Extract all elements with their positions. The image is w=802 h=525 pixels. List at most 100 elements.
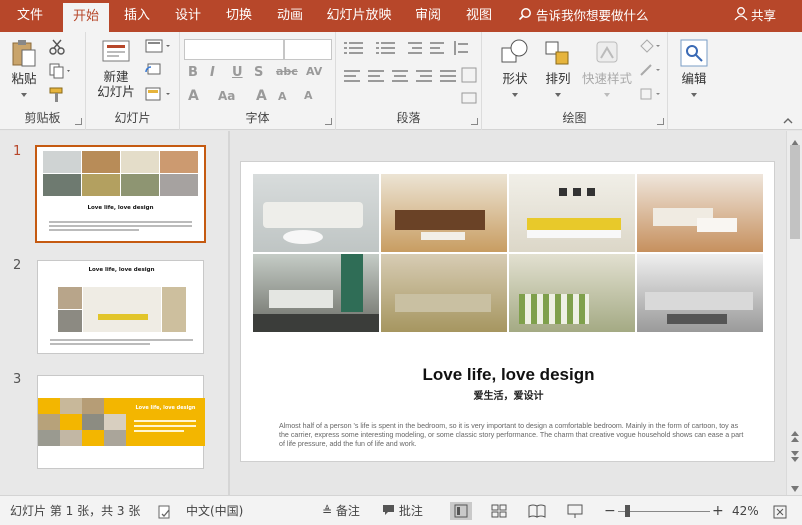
zoom-slider-thumb[interactable] <box>625 505 630 517</box>
photo-thumbnail <box>160 174 198 196</box>
photo-thumbnail <box>60 398 82 414</box>
zoom-in-button[interactable]: + <box>712 496 724 525</box>
slide-thumbnail-2[interactable]: Love life, love design <box>37 260 204 354</box>
dialog-launcher-icon[interactable] <box>657 118 664 125</box>
notes-button[interactable]: ≜ 备注 <box>322 496 360 525</box>
dialog-launcher-icon[interactable] <box>471 118 478 125</box>
underline-button[interactable]: U <box>232 65 243 80</box>
chevron-down-icon <box>555 92 561 97</box>
bold-button[interactable]: B <box>188 65 198 80</box>
char-spacing-button[interactable]: AV <box>306 65 322 78</box>
font-color-button[interactable]: A <box>188 88 199 104</box>
font-group-label: 字体 <box>245 111 270 125</box>
photo-living-room-1[interactable] <box>253 174 379 252</box>
dialog-launcher-icon[interactable] <box>325 118 332 125</box>
slide-title[interactable]: Love life, love design <box>241 365 776 385</box>
paste-button[interactable]: 粘贴 <box>6 38 42 101</box>
section-icon[interactable] <box>144 86 170 104</box>
photo-thumbnail <box>58 287 82 309</box>
photo-thumbnail <box>162 287 186 332</box>
thumbnail-text-line <box>134 425 196 427</box>
tab-slideshow[interactable]: 幻灯片放映 <box>318 0 400 32</box>
tab-review[interactable]: 审阅 <box>405 0 451 32</box>
chevron-down-icon <box>21 92 27 97</box>
tell-me-search[interactable]: 告诉我你想要做什么 <box>518 0 649 32</box>
photo-living-room-3[interactable] <box>509 174 635 252</box>
zoom-out-button[interactable]: − <box>604 496 616 525</box>
photo-thumbnail <box>160 151 198 173</box>
next-slide-icon[interactable] <box>791 451 799 466</box>
slide-sorter-button[interactable] <box>488 502 510 520</box>
slide-thumbnail-1[interactable]: Love life, love design <box>35 145 206 243</box>
thumbnail-text-line <box>49 229 139 231</box>
photo-living-room-4[interactable] <box>637 174 763 252</box>
language-indicator[interactable]: 中文(中国) <box>186 496 243 525</box>
format-painter-icon[interactable] <box>48 86 68 104</box>
dialog-launcher-icon[interactable] <box>75 118 82 125</box>
change-case-button[interactable]: Aa <box>218 89 235 103</box>
photo-thumbnail <box>82 430 104 446</box>
text-shadow-button[interactable]: S <box>254 65 263 80</box>
scrollbar-thumb[interactable] <box>790 145 800 239</box>
zoom-level[interactable]: 42% <box>732 496 759 525</box>
shape-outline-icon[interactable] <box>638 62 660 80</box>
copy-icon[interactable] <box>48 62 70 80</box>
slide-thumbnail-3[interactable]: Love life, love design <box>37 375 205 469</box>
normal-view-button[interactable] <box>450 502 472 520</box>
clear-format-button[interactable]: A <box>304 89 313 102</box>
collapse-ribbon-icon[interactable] <box>782 114 794 128</box>
previous-slide-icon[interactable] <box>791 431 799 446</box>
tab-view[interactable]: 视图 <box>456 0 502 32</box>
shape-effects-icon[interactable] <box>638 86 660 104</box>
editing-label: 编辑 <box>681 71 707 86</box>
tab-home[interactable]: 开始 <box>63 3 109 32</box>
reading-view-button[interactable] <box>526 502 548 520</box>
tab-transitions[interactable]: 切换 <box>216 0 262 32</box>
fit-to-window-icon[interactable] <box>772 496 788 525</box>
thumbnail-title: Love life, love design <box>87 205 154 211</box>
scroll-down-icon[interactable] <box>791 481 799 495</box>
italic-button[interactable]: I <box>210 65 215 80</box>
paragraph-controls[interactable] <box>342 38 478 106</box>
spelling-icon[interactable] <box>158 496 172 525</box>
photo-living-room-6[interactable] <box>381 254 507 332</box>
share-button[interactable]: 共享 <box>734 0 776 32</box>
tab-design[interactable]: 设计 <box>165 0 211 32</box>
chevron-down-icon <box>691 92 697 97</box>
notes-icon: ≜ <box>322 504 333 518</box>
layout-icon[interactable] <box>144 38 170 56</box>
comments-button[interactable]: 批注 <box>382 496 423 525</box>
editing-button[interactable]: 编辑 <box>674 38 714 101</box>
photo-living-room-5[interactable] <box>253 254 379 332</box>
font-name-input[interactable] <box>184 39 284 60</box>
powerpoint-window: 文件 开始 插入 设计 切换 动画 幻灯片放映 审阅 视图 告诉我你想要做什么 … <box>0 0 802 525</box>
slide-thumbnail-panel: 1 Love life, love design 2 Love life, lo… <box>0 131 228 495</box>
slide-body-text[interactable]: Almost half of a person 's life is spent… <box>279 422 744 449</box>
thumbnail-title: Love life, love design <box>88 267 155 273</box>
photo-living-room-8[interactable] <box>637 254 763 332</box>
shrink-font-button[interactable]: A <box>278 90 287 103</box>
vertical-scrollbar[interactable] <box>786 131 802 495</box>
comment-icon <box>382 497 395 525</box>
new-slide-button[interactable]: 新建 幻灯片 <box>90 38 142 99</box>
strikethrough-button[interactable]: abc <box>276 65 298 78</box>
photo-living-room-2[interactable] <box>381 174 507 252</box>
photo-living-room-7[interactable] <box>509 254 635 332</box>
tab-animations[interactable]: 动画 <box>267 0 313 32</box>
font-size-input[interactable] <box>284 39 332 60</box>
slide-subtitle[interactable]: 爱生活，爱设计 <box>241 387 776 402</box>
slideshow-button[interactable] <box>564 502 586 520</box>
photo-thumbnail <box>43 174 81 196</box>
quick-styles-button[interactable]: 快速样式 <box>578 38 636 101</box>
shapes-button[interactable]: 形状 <box>494 38 536 101</box>
cut-icon[interactable] <box>48 38 68 56</box>
zoom-slider-track[interactable] <box>618 511 710 512</box>
reset-icon[interactable] <box>144 62 164 80</box>
shape-fill-icon[interactable] <box>638 38 660 56</box>
arrange-button[interactable]: 排列 <box>538 38 578 101</box>
photo-thumbnail <box>38 398 60 414</box>
current-slide[interactable]: Love life, love design 爱生活，爱设计 Almost ha… <box>240 161 775 462</box>
tab-insert[interactable]: 插入 <box>114 0 160 32</box>
tab-file[interactable]: 文件 <box>6 0 54 32</box>
grow-font-button[interactable]: A <box>256 88 267 104</box>
